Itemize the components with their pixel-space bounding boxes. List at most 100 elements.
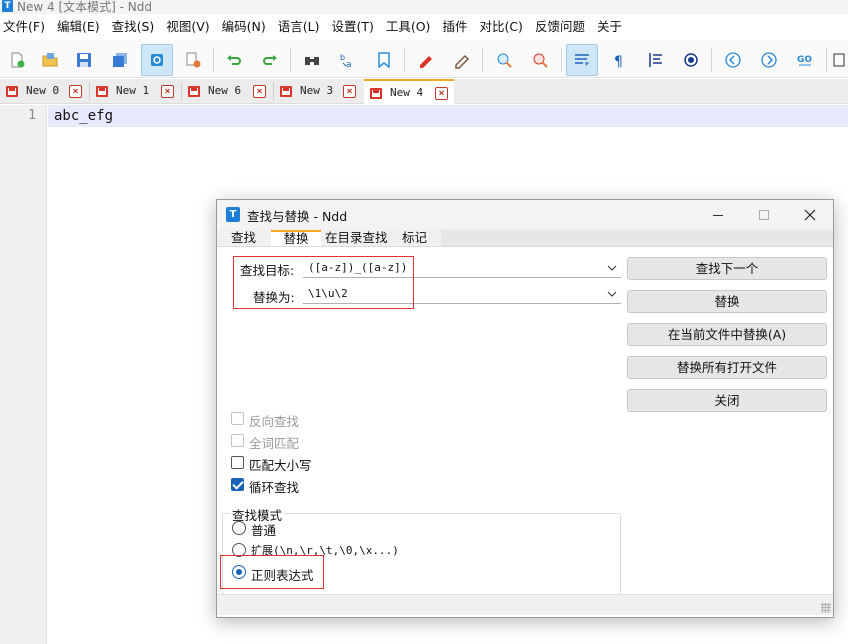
macro-icon[interactable] — [675, 44, 707, 76]
next-icon[interactable] — [753, 44, 785, 76]
current-line-highlight — [48, 105, 848, 127]
menu-search[interactable]: 查找(S) — [106, 14, 161, 40]
maximize-button[interactable] — [741, 202, 787, 228]
window-title: New 4 [文本模式] - Ndd — [17, 0, 152, 14]
replace-button[interactable]: 替换 — [627, 290, 827, 313]
dialog-close-button[interactable] — [787, 202, 833, 228]
menu-settings[interactable]: 设置(T) — [325, 14, 379, 40]
dialog-titlebar[interactable]: T 查找与替换 - Ndd — [217, 200, 833, 229]
save-icon[interactable] — [68, 44, 100, 76]
tab-mark[interactable]: 标记 — [398, 230, 431, 246]
svg-text:GO: GO — [797, 55, 812, 65]
mark-icon[interactable] — [410, 44, 442, 76]
file-tab-label: New 0 — [26, 84, 60, 97]
menu-bar: 文件(F) 编辑(E) 查找(S) 视图(V) 编码(N) 语言(L) 设置(T… — [0, 14, 848, 40]
menu-about[interactable]: 关于 — [591, 14, 628, 40]
menu-file[interactable]: 文件(F) — [0, 14, 51, 40]
save-all-icon[interactable] — [104, 44, 136, 76]
app-icon: T — [2, 0, 13, 12]
editor-text[interactable]: abc_efg — [54, 108, 113, 124]
clear-mark-icon[interactable] — [446, 44, 478, 76]
file-tab-label: New 6 — [208, 84, 242, 97]
close-tab-icon[interactable]: × — [69, 85, 82, 98]
word-wrap-icon[interactable] — [566, 44, 598, 76]
close-tab-icon[interactable]: × — [343, 85, 356, 98]
dialog-tabs: 查找 替换 在目录查找 标记 — [217, 230, 833, 247]
redo-icon[interactable] — [254, 44, 286, 76]
auto-save-icon[interactable] — [141, 44, 173, 76]
file-tab[interactable]: New 0 × — [0, 79, 90, 104]
close-icon — [804, 209, 816, 221]
menu-feedback[interactable]: 反馈问题 — [529, 14, 591, 40]
chevron-down-icon[interactable] — [606, 288, 618, 300]
menu-tools[interactable]: 工具(O) — [380, 14, 437, 40]
dialog-body: 查找目标: ([a-z])_([a-z]) 替换为: \1\u\2 查找下一个 … — [217, 246, 833, 617]
window-titlebar: T New 4 [文本模式] - Ndd — [0, 0, 848, 14]
replace-icon[interactable]: ba — [332, 44, 364, 76]
file-tab-bar: New 0 × New 1 × New 6 × New 3 × New 4 × — [0, 79, 848, 105]
close-file-icon[interactable] — [177, 44, 209, 76]
line-number: 1 — [28, 108, 36, 123]
unsaved-file-icon — [6, 86, 18, 97]
reverse-search-label: 反向查找 — [249, 414, 300, 429]
resize-grip-icon[interactable] — [821, 603, 831, 613]
reverse-search-checkbox[interactable] — [231, 412, 244, 425]
prev-icon[interactable] — [717, 44, 749, 76]
wrap-around-checkbox[interactable] — [231, 478, 244, 491]
menu-encoding[interactable]: 编码(N) — [216, 14, 272, 40]
zoom-in-icon[interactable] — [488, 44, 520, 76]
annotation-highlight-box — [233, 256, 414, 309]
unsaved-file-icon — [96, 86, 108, 97]
tab-replace[interactable]: 替换 — [271, 230, 321, 247]
close-tab-icon[interactable]: × — [435, 87, 448, 100]
menu-edit[interactable]: 编辑(E) — [51, 14, 106, 40]
menu-plugins[interactable]: 插件 — [436, 14, 473, 40]
whole-word-label: 全词匹配 — [249, 436, 300, 451]
replace-all-open-button[interactable]: 替换所有打开文件 — [627, 356, 827, 379]
svg-text:a: a — [346, 60, 352, 69]
bookmark-icon[interactable] — [368, 44, 400, 76]
file-tab[interactable]: New 6 × — [182, 79, 274, 104]
menu-view[interactable]: 视图(V) — [160, 14, 215, 40]
indent-guide-icon[interactable] — [640, 44, 672, 76]
menu-compare[interactable]: 对比(C) — [473, 14, 528, 40]
file-tab[interactable]: New 1 × — [90, 79, 182, 104]
annotation-highlight-box — [220, 555, 324, 589]
mode-normal-label: 普通 — [251, 523, 277, 538]
dialog-title: 查找与替换 - Ndd — [247, 209, 348, 224]
close-tab-icon[interactable]: × — [161, 85, 174, 98]
close-button[interactable]: 关闭 — [627, 389, 827, 412]
tab-find[interactable]: 查找 — [227, 230, 260, 246]
app-icon: T — [226, 207, 240, 222]
mode-normal-radio[interactable] — [232, 521, 246, 535]
zoom-out-icon[interactable] — [524, 44, 556, 76]
new-file-icon[interactable] — [1, 44, 33, 76]
maximize-icon — [759, 210, 769, 220]
line-number-gutter: 1 — [0, 105, 47, 644]
tab-find-in-dir[interactable]: 在目录查找 — [321, 230, 392, 246]
file-tab-active[interactable]: New 4 × — [364, 79, 454, 105]
whole-word-checkbox[interactable] — [231, 434, 244, 447]
file-tab[interactable]: New 3 × — [274, 79, 364, 104]
open-folder-icon[interactable] — [34, 44, 66, 76]
match-case-label: 匹配大小写 — [249, 458, 312, 473]
match-case-checkbox[interactable] — [231, 456, 244, 469]
menu-language[interactable]: 语言(L) — [272, 14, 326, 40]
replace-in-file-button[interactable]: 在当前文件中替换(A) — [627, 323, 827, 346]
svg-text:b: b — [340, 53, 345, 62]
minimize-button[interactable] — [695, 202, 741, 228]
more-icon[interactable] — [830, 44, 848, 76]
file-tab-label: New 4 — [390, 86, 424, 99]
file-tab-label: New 3 — [300, 84, 334, 97]
chevron-down-icon[interactable] — [606, 262, 618, 274]
dialog-statusbar — [217, 594, 833, 615]
show-symbols-icon[interactable]: ¶ — [603, 44, 635, 76]
close-tab-icon[interactable]: × — [253, 85, 266, 98]
goto-icon[interactable]: GO — [789, 44, 821, 76]
find-next-button[interactable]: 查找下一个 — [627, 257, 827, 280]
unsaved-file-icon — [280, 86, 292, 97]
find-icon[interactable] — [296, 44, 328, 76]
wrap-around-label: 循环查找 — [249, 480, 300, 495]
undo-icon[interactable] — [218, 44, 250, 76]
file-tab-label: New 1 — [116, 84, 150, 97]
